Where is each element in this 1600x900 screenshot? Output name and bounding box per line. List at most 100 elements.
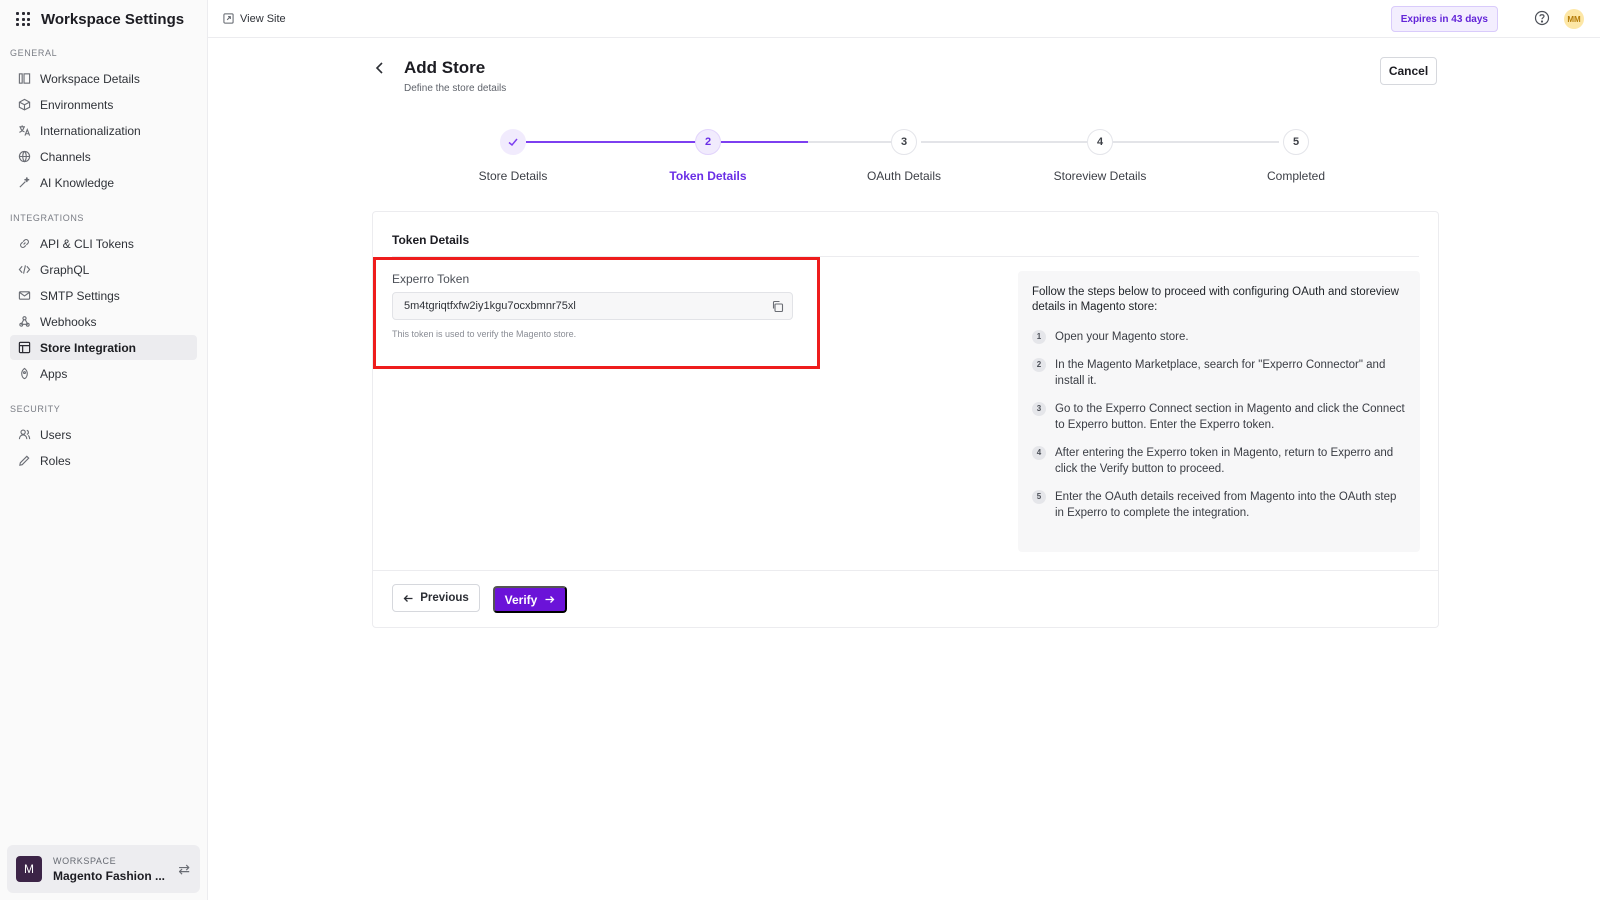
instruction-step: 4 After entering the Experro token in Ma…	[1032, 445, 1406, 477]
previous-label: Previous	[420, 592, 469, 604]
step-5-label: Completed	[1266, 169, 1326, 183]
instruction-step: 5 Enter the OAuth details received from …	[1032, 489, 1406, 521]
step-connector-1	[526, 141, 808, 143]
sidebar-item-label: Internationalization	[40, 123, 141, 138]
sidebar-item-store-integration[interactable]: Store Integration	[10, 335, 197, 360]
sidebar-item-channels[interactable]: Channels	[10, 144, 197, 169]
step-connector-3	[921, 141, 1087, 143]
switch-arrows-icon[interactable]: ⇄	[178, 861, 190, 878]
instruction-step: 1 Open your Magento store.	[1032, 329, 1406, 345]
sidebar-item-apps[interactable]: Apps	[10, 361, 197, 386]
instruction-step: 2 In the Magento Marketplace, search for…	[1032, 357, 1406, 389]
step-2-label: Token Details	[669, 169, 747, 183]
step-5-circle: 5	[1283, 129, 1309, 155]
sidebar-item-label: Channels	[40, 149, 91, 164]
step-4-label: Storeview Details	[1053, 169, 1147, 183]
workspace-label: WORKSPACE	[53, 855, 117, 866]
apps-grid-icon[interactable]	[16, 12, 30, 26]
token-field-hint: This token is used to verify the Magento…	[392, 329, 577, 339]
copy-icon[interactable]	[771, 300, 784, 313]
verify-label: Verify	[504, 592, 538, 607]
step-3-circle: 3	[891, 129, 917, 155]
verify-button[interactable]: Verify	[493, 586, 567, 613]
sidebar-item-environments[interactable]: Environments	[10, 92, 197, 117]
sidebar-item-webhooks[interactable]: Webhooks	[10, 309, 197, 334]
token-details-card: Token Details Experro Token 5m4tgriqtfxf…	[372, 211, 1439, 628]
step-number-badge: 2	[1032, 358, 1046, 372]
webhook-icon	[19, 316, 30, 327]
step-number-badge: 4	[1032, 446, 1046, 460]
step-connector-4	[1113, 141, 1279, 143]
users-icon	[18, 429, 31, 440]
instructions-intro: Follow the steps below to proceed with c…	[1032, 286, 1399, 313]
sidebar-item-label: SMTP Settings	[40, 288, 120, 303]
instruction-text: Enter the OAuth details received from Ma…	[1055, 491, 1397, 519]
token-value: 5m4tgriqtfxfw2iy1kgu7ocxbmnr75xl	[404, 300, 576, 312]
workspace-info: WORKSPACE Magento Fashion ...	[53, 856, 165, 883]
step-number-badge: 5	[1032, 490, 1046, 504]
instruction-text: Open your Magento store.	[1055, 331, 1189, 343]
section-general: GENERAL	[10, 48, 58, 58]
workspace-switcher[interactable]: M WORKSPACE Magento Fashion ... ⇄	[7, 845, 200, 893]
card-title: Token Details	[392, 233, 470, 247]
sidebar-item-label: GraphQL	[40, 262, 90, 277]
sidebar-item-roles[interactable]: Roles	[10, 448, 197, 473]
instruction-step: 3 Go to the Experro Connect section in M…	[1032, 401, 1406, 433]
sidebar-item-label: Workspace Details	[40, 71, 140, 86]
sidebar-item-label: Environments	[40, 97, 114, 112]
step-number-badge: 3	[1032, 402, 1046, 416]
external-link-icon	[223, 13, 234, 24]
sidebar-item-label: Apps	[40, 366, 68, 381]
sidebar-item-smtp-settings[interactable]: SMTP Settings	[10, 283, 197, 308]
cancel-button[interactable]: Cancel	[1380, 57, 1437, 85]
section-security: SECURITY	[10, 404, 61, 414]
sidebar-header: Workspace Settings	[0, 0, 207, 38]
step-1-circle	[500, 129, 526, 155]
token-field[interactable]: 5m4tgriqtfxfw2iy1kgu7ocxbmnr75xl	[392, 292, 793, 320]
sidebar-item-label: Roles	[40, 453, 71, 468]
arrow-right-icon	[545, 596, 555, 603]
step-1-label: Store Details	[478, 169, 548, 183]
sidebar-item-users[interactable]: Users	[10, 422, 197, 447]
card-footer-divider	[373, 570, 1438, 571]
sidebar-title: Workspace Settings	[41, 10, 185, 28]
page-subtitle: Define the store details	[404, 83, 507, 94]
mail-icon	[18, 291, 31, 300]
top-bar: View Site Expires in 43 days MM	[208, 0, 1600, 38]
workspace-avatar: M	[16, 856, 42, 882]
sparkle-wand-icon	[19, 177, 30, 188]
step-4-circle: 4	[1087, 129, 1113, 155]
sidebar-item-internationalization[interactable]: Internationalization	[10, 118, 197, 143]
instruction-text: In the Magento Marketplace, search for "…	[1055, 359, 1386, 387]
globe-icon	[18, 150, 31, 163]
section-integrations: INTEGRATIONS	[10, 213, 85, 223]
code-icon	[18, 265, 31, 274]
sidebar-item-graphql[interactable]: GraphQL	[10, 257, 197, 282]
expiry-badge[interactable]: Expires in 43 days	[1390, 6, 1498, 32]
sidebar-item-workspace-details[interactable]: Workspace Details	[10, 66, 197, 91]
cube-icon	[18, 98, 31, 111]
sidebar-item-api-cli-tokens[interactable]: API & CLI Tokens	[10, 231, 197, 256]
back-arrow-icon[interactable]	[372, 60, 388, 76]
apps-icon	[21, 367, 28, 380]
workspace-name: Magento Fashion ...	[53, 868, 166, 883]
page-title: Add Store	[404, 58, 486, 77]
link-icon	[20, 239, 29, 248]
instruction-text: After entering the Experro token in Mage…	[1055, 447, 1394, 475]
sidebar-item-ai-knowledge[interactable]: AI Knowledge	[10, 170, 197, 195]
user-avatar[interactable]: MM	[1564, 9, 1584, 29]
view-site-link[interactable]: View Site	[223, 13, 286, 25]
step-3-label: OAuth Details	[866, 169, 942, 183]
sidebar-item-label: Store Integration	[40, 340, 137, 355]
previous-button[interactable]: Previous	[392, 584, 480, 612]
step-number-badge: 1	[1032, 330, 1046, 344]
instruction-text: Go to the Experro Connect section in Mag…	[1055, 403, 1405, 431]
help-icon[interactable]	[1534, 10, 1550, 26]
store-icon	[18, 341, 31, 354]
instructions-panel: Follow the steps below to proceed with c…	[1018, 271, 1420, 552]
step-2-circle: 2	[695, 129, 721, 155]
arrow-left-icon	[403, 594, 413, 602]
sidebar-item-label: Webhooks	[40, 314, 97, 329]
sidebar: Workspace Settings GENERAL Workspace Det…	[0, 0, 208, 900]
check-icon	[508, 138, 518, 147]
